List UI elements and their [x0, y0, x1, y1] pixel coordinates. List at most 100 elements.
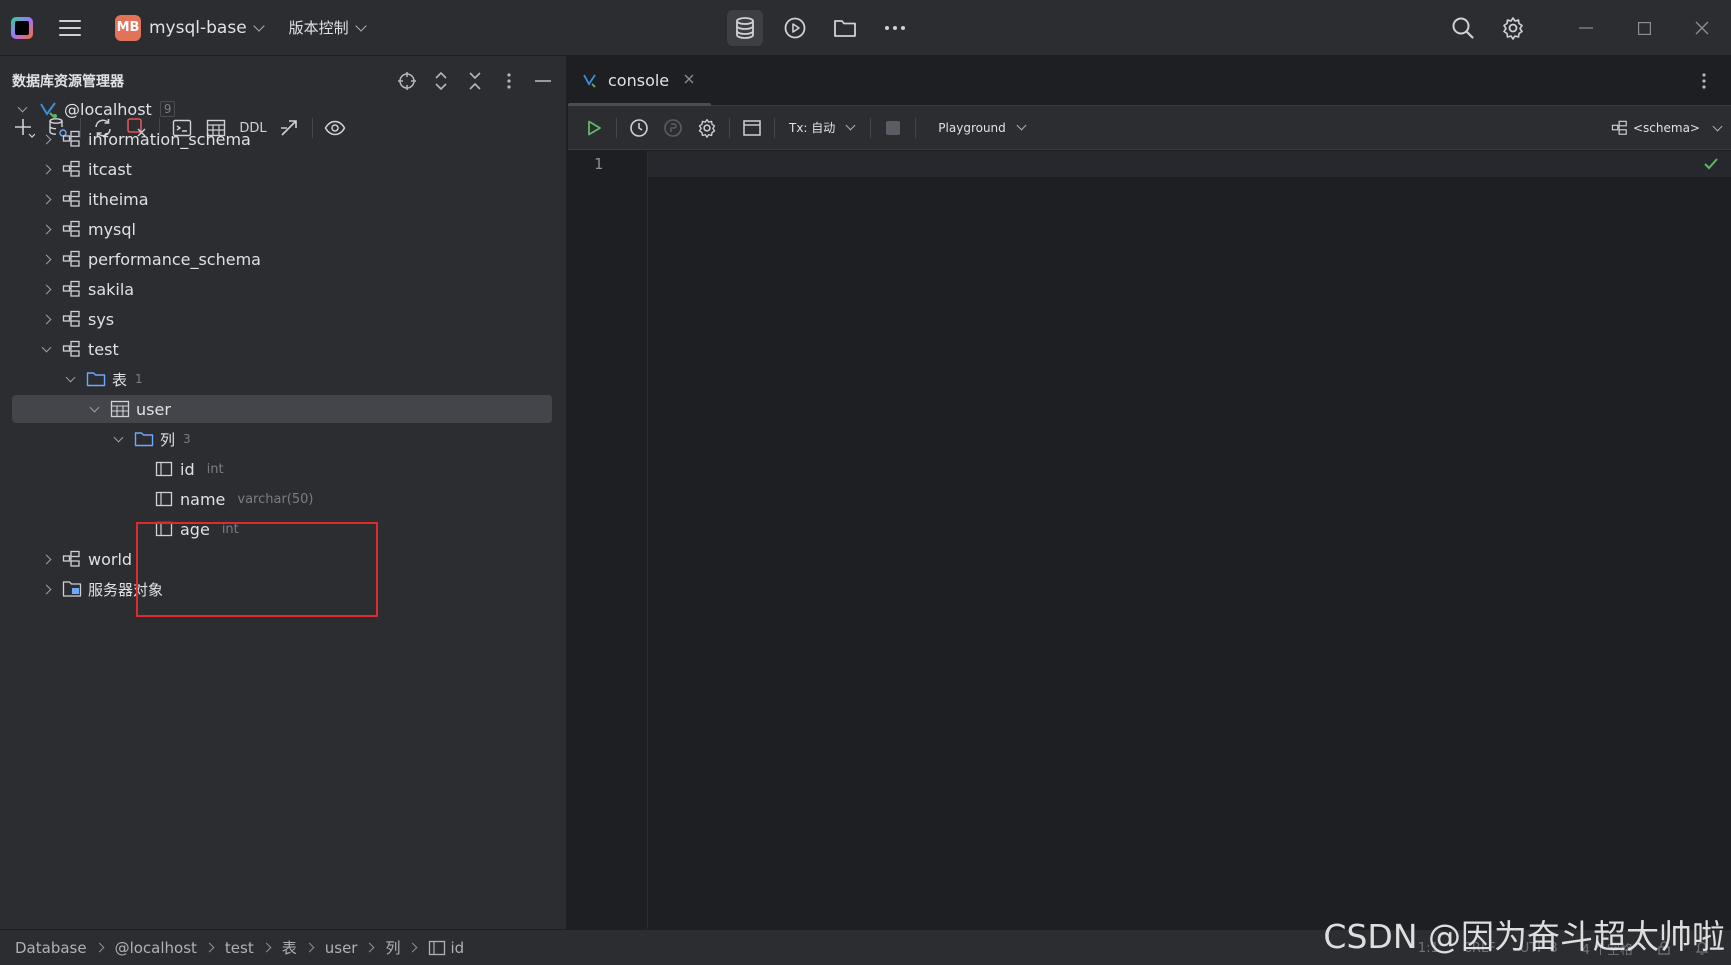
schema-icon [62, 280, 82, 298]
chevron-down-icon [1016, 120, 1027, 131]
tree-node-schema[interactable]: information_schema [0, 124, 567, 154]
tree-node-schema[interactable]: world [0, 544, 567, 574]
stop-button[interactable] [879, 114, 907, 142]
tree-node-server-objects[interactable]: 服务器对象 [0, 574, 567, 604]
options-menu-button[interactable] [496, 68, 522, 94]
history-button[interactable] [625, 114, 653, 142]
tree-node-schema[interactable]: itheima [0, 184, 567, 214]
chevron-right-icon[interactable] [40, 223, 52, 235]
tree-node-table-user[interactable]: user [0, 394, 567, 424]
app-window: MB mysql-base 版本控制 数据库资源管理器 DDL @localho… [0, 0, 1731, 965]
tree-node-schema-test[interactable]: test [0, 334, 567, 364]
chevron-down-icon[interactable] [112, 433, 124, 445]
breadcrumb-user[interactable]: user [325, 939, 358, 957]
collapse-icon [469, 72, 481, 90]
settings-button[interactable] [1495, 10, 1531, 46]
chevron-right-icon[interactable] [40, 193, 52, 205]
minimize-icon [1579, 27, 1593, 29]
play-circle-icon [784, 17, 806, 39]
tree-node-localhost[interactable]: @localhost 9 [0, 94, 567, 124]
chevron-down-icon[interactable] [16, 103, 28, 115]
toolbar-separator [616, 117, 617, 138]
more-tools-button[interactable] [877, 10, 913, 46]
caret-position[interactable]: 1:1 [1418, 941, 1439, 956]
tree-node-schema[interactable]: sakila [0, 274, 567, 304]
breadcrumb-database[interactable]: Database [15, 939, 87, 957]
tree-node-schema[interactable]: sys [0, 304, 567, 334]
datagrip-logo-icon[interactable] [11, 16, 33, 39]
chevron-down-icon[interactable] [64, 373, 76, 385]
vcs-menu[interactable]: 版本控制 [288, 17, 367, 38]
more-vertical-icon [1702, 73, 1706, 89]
collapse-all-button[interactable] [462, 68, 488, 94]
tree-node-schema[interactable]: mysql [0, 214, 567, 244]
chevron-right-icon[interactable] [40, 553, 52, 565]
output-view-button[interactable] [738, 114, 766, 142]
console-settings-button[interactable] [693, 114, 721, 142]
breadcrumb-columns[interactable]: 列 [385, 937, 400, 958]
expand-all-button[interactable] [428, 68, 454, 94]
breadcrumb-test[interactable]: test [225, 939, 254, 957]
database-tool-button[interactable] [727, 10, 763, 46]
node-label: 服务器对象 [88, 580, 164, 599]
indent-setting[interactable]: 4 个空格 [1582, 939, 1633, 958]
sql-editor-input[interactable] [658, 153, 1658, 177]
tree-node-column[interactable]: id int [0, 454, 567, 484]
project-selector[interactable]: mysql-base [141, 18, 265, 38]
toolbar-separator [870, 117, 872, 138]
chevron-right-icon [304, 942, 315, 953]
lock-icon[interactable] [1657, 941, 1671, 955]
maximize-button[interactable] [1615, 0, 1673, 56]
chevron-right-icon[interactable] [40, 313, 52, 325]
tree-node-columns-folder[interactable]: 列 3 [0, 424, 567, 454]
tab-close-icon[interactable] [683, 73, 695, 89]
schema-icon [62, 190, 82, 208]
chevron-down-icon[interactable] [40, 343, 52, 355]
files-button[interactable] [827, 10, 863, 46]
chevron-right-icon[interactable] [40, 163, 52, 175]
line-separator[interactable]: CRLF [1463, 941, 1496, 956]
hide-panel-button[interactable] [530, 68, 556, 94]
breadcrumb-id[interactable]: id [428, 939, 464, 957]
services-button[interactable] [777, 10, 813, 46]
schema-icon [62, 130, 82, 148]
file-encoding[interactable]: UTF-8 [1520, 941, 1558, 956]
chevron-down-icon[interactable] [88, 403, 100, 415]
locate-button[interactable] [394, 68, 420, 94]
explain-icon [664, 118, 682, 137]
transaction-mode-dropdown[interactable]: Tx: 自动 [789, 119, 856, 136]
schema-selector[interactable]: <schema> [1611, 106, 1723, 150]
chevron-right-icon[interactable] [40, 283, 52, 295]
chevron-right-icon[interactable] [40, 253, 52, 265]
bell-icon[interactable] [1695, 940, 1709, 956]
tree-node-schema[interactable]: itcast [0, 154, 567, 184]
main-menu-icon[interactable] [59, 17, 81, 39]
breadcrumb-tables[interactable]: 表 [282, 937, 297, 958]
chevron-right-icon[interactable] [40, 583, 52, 595]
panel-title: 数据库资源管理器 [12, 74, 124, 90]
tree-node-schema[interactable]: performance_schema [0, 244, 567, 274]
search-button[interactable] [1445, 10, 1481, 46]
vcs-label: 版本控制 [288, 19, 349, 37]
minimize-button[interactable] [1557, 0, 1615, 56]
project-badge[interactable]: MB [115, 14, 141, 41]
status-right: 1:1 CRLF UTF-8 4 个空格 [1418, 930, 1709, 965]
tab-console[interactable]: console [568, 56, 712, 107]
chevron-down-icon [355, 19, 367, 32]
chevron-right-icon[interactable] [40, 133, 52, 145]
tabs-options-button[interactable] [1691, 68, 1717, 94]
tree-node-column[interactable]: name varchar(50) [0, 484, 567, 514]
chevron-right-icon [365, 942, 375, 953]
tree-node-column[interactable]: age int [0, 514, 567, 544]
code-editor[interactable]: 1 [568, 151, 1731, 929]
schema-icon [1611, 120, 1627, 135]
toolbar-separator [774, 117, 775, 138]
execute-button[interactable] [580, 114, 608, 142]
close-window-button[interactable] [1673, 0, 1731, 56]
table-icon [110, 400, 130, 418]
explain-plan-button[interactable] [659, 114, 687, 142]
tree-node-tables-folder[interactable]: 表 1 [0, 364, 567, 394]
playground-dropdown[interactable]: Playground [938, 120, 1027, 135]
node-label: information_schema [88, 129, 251, 149]
breadcrumb-localhost[interactable]: @localhost [115, 939, 197, 957]
